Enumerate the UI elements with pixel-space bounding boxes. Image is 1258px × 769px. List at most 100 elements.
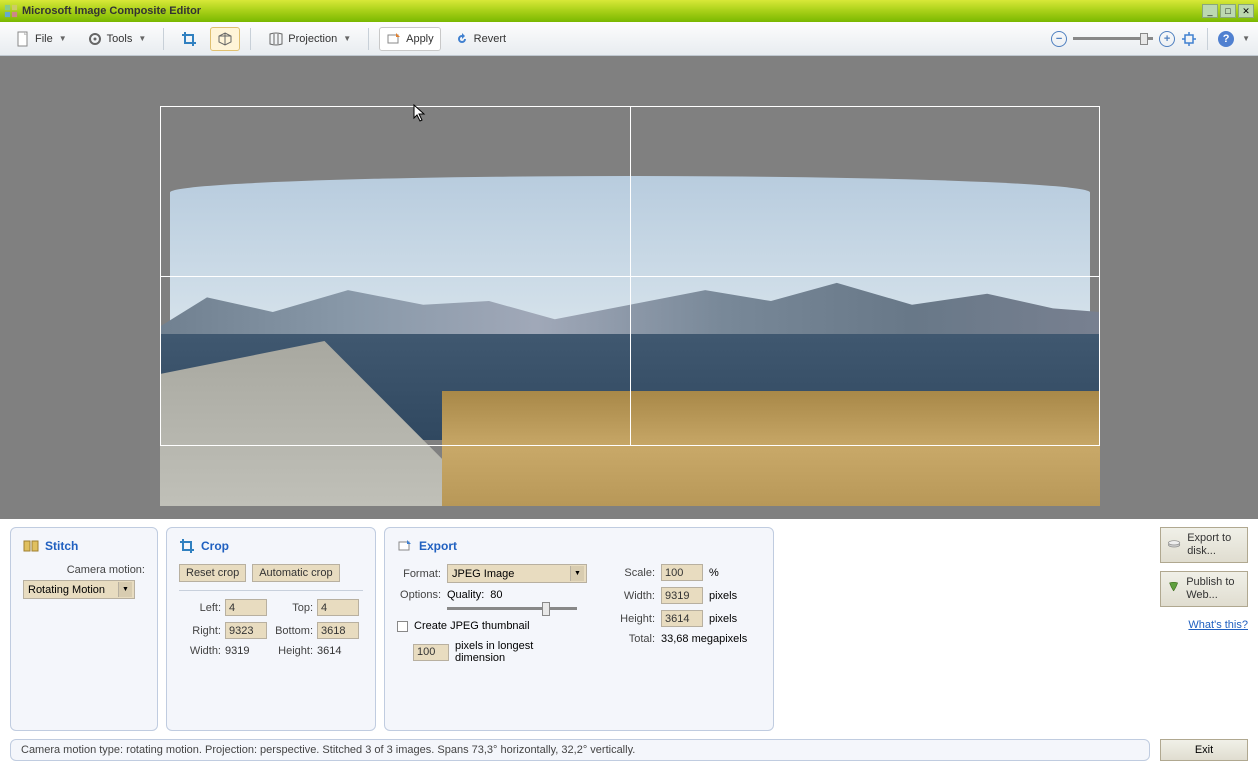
format-value: JPEG Image (452, 568, 514, 580)
thumbnail-checkbox[interactable] (397, 621, 408, 632)
thumbnail-label: Create JPEG thumbnail (414, 620, 530, 632)
file-menu[interactable]: File ▼ (8, 27, 74, 51)
stitch-icon (23, 538, 39, 554)
projection-menu[interactable]: Projection ▼ (261, 27, 358, 51)
total-value: 33,68 megapixels (661, 633, 747, 645)
top-label: Top: (273, 602, 317, 614)
bottom-input[interactable] (317, 622, 359, 639)
export-height-label: Height: (617, 613, 655, 625)
toolbar: File ▼ Tools ▼ Projection ▼ Apply Revert… (0, 22, 1258, 56)
camera-motion-select[interactable]: Rotating Motion ▼ (23, 580, 135, 599)
export-width-input[interactable] (661, 587, 703, 604)
separator (368, 28, 369, 50)
dropdown-icon: ▼ (1242, 34, 1250, 43)
export-icon (397, 538, 413, 554)
stitch-panel: Stitch Camera motion: Rotating Motion ▼ (10, 527, 158, 731)
app-icon (4, 4, 18, 18)
disk-icon (1167, 535, 1181, 555)
dropdown-icon: ▼ (118, 582, 132, 597)
export-panel: Export Format: JPEG Image ▼ Options: Qua… (384, 527, 774, 731)
side-buttons: Export to disk... Publish to Web... What… (1160, 527, 1248, 631)
revert-button[interactable]: Revert (447, 27, 513, 51)
minimize-button[interactable]: _ (1202, 4, 1218, 18)
separator (250, 28, 251, 50)
apply-icon (386, 31, 402, 47)
crop-title: Crop (201, 539, 229, 553)
gear-icon (87, 31, 103, 47)
export-width-label: Width: (617, 590, 655, 602)
camera-motion-value: Rotating Motion (28, 584, 105, 596)
bottom-panels: Stitch Camera motion: Rotating Motion ▼ … (0, 519, 1258, 735)
export-title: Export (419, 539, 457, 553)
left-input[interactable] (225, 599, 267, 616)
total-label: Total: (617, 633, 655, 645)
web-icon (1167, 579, 1180, 599)
format-label: Format: (397, 568, 441, 580)
quality-label: Quality: (447, 589, 484, 601)
crop-panel: Crop Reset crop Automatic crop Left: Top… (166, 527, 376, 731)
dropdown-icon: ▼ (138, 34, 146, 43)
separator (163, 28, 164, 50)
options-label: Options: (397, 589, 441, 601)
close-button[interactable]: ✕ (1238, 4, 1254, 18)
canvas-area[interactable] (0, 56, 1258, 519)
thumbnail-size-input[interactable] (413, 644, 449, 661)
projection-icon (268, 31, 284, 47)
height-label: Height: (273, 645, 317, 657)
tools-label: Tools (107, 33, 133, 45)
width-value: 9319 (225, 645, 273, 657)
title-bar: Microsoft Image Composite Editor _ □ ✕ (0, 0, 1258, 22)
file-icon (15, 31, 31, 47)
exit-button[interactable]: Exit (1160, 739, 1248, 761)
slider-thumb[interactable] (542, 602, 550, 616)
right-label: Right: (179, 625, 225, 637)
apply-button[interactable]: Apply (379, 27, 441, 51)
automatic-crop-button[interactable]: Automatic crop (252, 564, 339, 582)
status-row: Camera motion type: rotating motion. Pro… (0, 735, 1258, 769)
width-label: Width: (179, 645, 225, 657)
quality-value: 80 (490, 589, 502, 601)
crop-icon (179, 538, 195, 554)
scale-unit: % (709, 567, 719, 579)
dropdown-icon: ▼ (59, 34, 67, 43)
zoom-in-button[interactable]: + (1159, 31, 1175, 47)
status-text: Camera motion type: rotating motion. Pro… (10, 739, 1150, 761)
whats-this-link[interactable]: What's this? (1188, 619, 1248, 631)
camera-motion-label: Camera motion: (23, 564, 145, 576)
export-height-input[interactable] (661, 610, 703, 627)
height-unit: pixels (709, 613, 737, 625)
crop-frame[interactable] (160, 106, 1100, 446)
dropdown-icon: ▼ (570, 566, 584, 581)
fit-screen-button[interactable] (1181, 31, 1197, 47)
apply-label: Apply (406, 33, 434, 45)
publish-web-label: Publish to Web... (1186, 576, 1241, 602)
zoom-out-button[interactable]: − (1051, 31, 1067, 47)
quality-slider[interactable] (447, 607, 577, 610)
dropdown-icon: ▼ (343, 34, 351, 43)
format-select[interactable]: JPEG Image ▼ (447, 564, 587, 583)
thumbnail-desc: pixels in longest dimension (455, 640, 545, 664)
cube-icon (217, 31, 233, 47)
rotate-tool-button[interactable] (210, 27, 240, 51)
tools-menu[interactable]: Tools ▼ (80, 27, 154, 51)
file-label: File (35, 33, 53, 45)
export-to-disk-button[interactable]: Export to disk... (1160, 527, 1248, 563)
publish-to-web-button[interactable]: Publish to Web... (1160, 571, 1248, 607)
scale-input[interactable] (661, 564, 703, 581)
stitch-title: Stitch (45, 539, 78, 553)
zoom-slider[interactable] (1073, 37, 1153, 40)
revert-label: Revert (474, 33, 506, 45)
zoom-thumb[interactable] (1140, 33, 1148, 45)
right-input[interactable] (225, 622, 267, 639)
revert-icon (454, 31, 470, 47)
top-input[interactable] (317, 599, 359, 616)
help-button[interactable]: ? (1218, 31, 1234, 47)
separator (1207, 28, 1208, 50)
bottom-label: Bottom: (273, 625, 317, 637)
reset-crop-button[interactable]: Reset crop (179, 564, 246, 582)
maximize-button[interactable]: □ (1220, 4, 1236, 18)
crop-icon (181, 31, 197, 47)
export-disk-label: Export to disk... (1187, 532, 1241, 558)
crop-tool-button[interactable] (174, 27, 204, 51)
app-title: Microsoft Image Composite Editor (22, 5, 1202, 17)
